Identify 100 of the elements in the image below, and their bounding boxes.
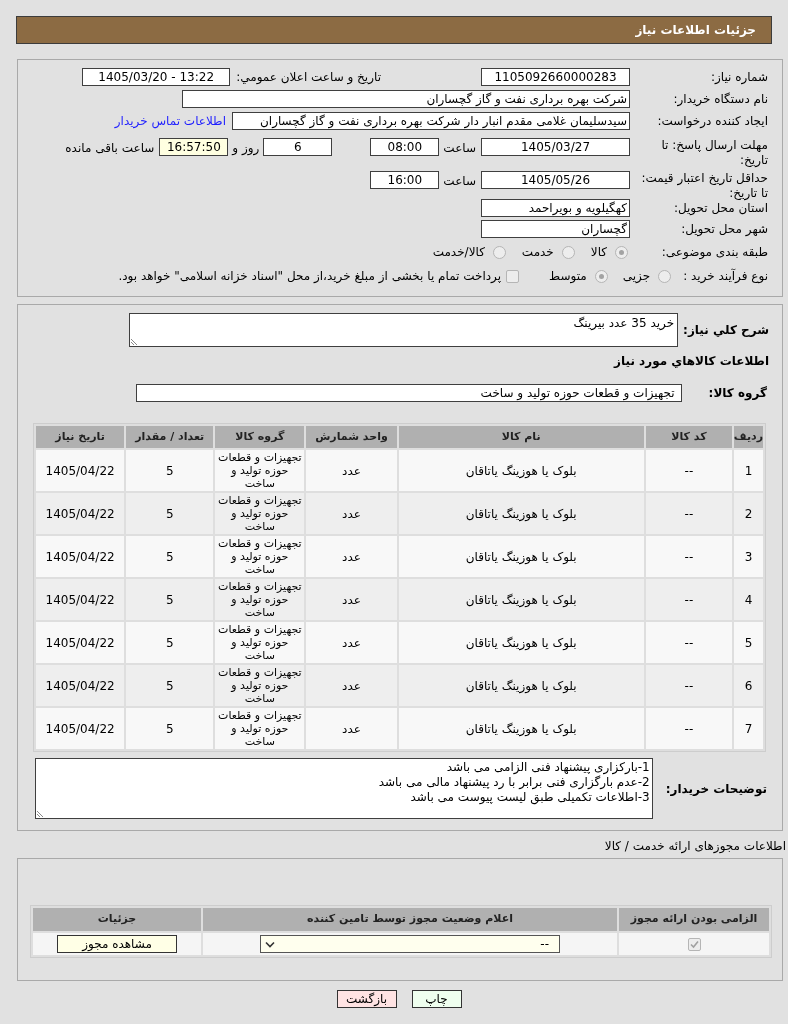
table-cell: تجهیزات و قطعات حوزه تولید و ساخت: [215, 622, 305, 663]
table-cell: عدد: [306, 579, 397, 620]
table-cell: 5: [126, 665, 214, 706]
field-label: طبقه بندی موضوعی:: [660, 244, 768, 260]
contact-link[interactable]: اطلاعات تماس خریدار: [114, 112, 226, 130]
table-cell: 1405/04/22: [36, 579, 125, 620]
chevron-down-icon: [265, 940, 275, 948]
back-button[interactable]: بازگشت: [336, 990, 397, 1008]
table-cell: 1405/04/22: [36, 450, 125, 491]
field-label: حداقل تاریخ اعتبار قیمت: تا تاریخ:: [640, 170, 768, 201]
table-cell: تجهیزات و قطعات حوزه تولید و ساخت: [215, 579, 305, 620]
table-cell: 5: [126, 708, 214, 749]
table-cell: 5: [126, 622, 214, 663]
city-field[interactable]: گچساران: [481, 220, 630, 238]
checkbox[interactable]: [687, 938, 701, 951]
radio-button[interactable]: [492, 245, 506, 259]
announcement-date-field[interactable]: 1405/03/20 - 13:22: [82, 68, 231, 86]
radio-label: کالا/خدمت: [432, 244, 485, 261]
table-cell: بلوک یا هوزینگ یاتاقان: [398, 450, 644, 491]
table-cell: عدد: [306, 536, 397, 577]
table-cell: بلوک یا هوزینگ یاتاقان: [398, 622, 644, 663]
checkbox[interactable]: [506, 269, 520, 283]
table-cell: بلوک یا هوزینگ یاتاقان: [398, 665, 644, 706]
resize-grip-icon[interactable]: [36, 810, 44, 817]
column-header: نام کالا: [398, 426, 644, 448]
radio-label: متوسط: [549, 268, 587, 285]
radio-button[interactable]: [561, 245, 575, 259]
table-cell: 5: [126, 536, 214, 577]
field-label: توضیحات خریدار:: [665, 780, 767, 798]
radio-label: جزیی: [622, 268, 651, 285]
field-label: شرح کلي نياز:: [683, 322, 769, 339]
section-title: اطلاعات مجوزهای ارائه خدمت / کالا: [604, 838, 786, 855]
table-cell: تجهیزات و قطعات حوزه تولید و ساخت: [215, 536, 305, 577]
section-title: اطلاعات کالاهاي مورد نياز: [614, 353, 769, 370]
table-cell: 5: [126, 579, 214, 620]
need-number-field[interactable]: 1105092660000283: [481, 68, 630, 86]
table-cell: 5: [733, 622, 763, 663]
field-label: نام دستگاه خریدار:: [672, 91, 768, 107]
table-cell: 3: [733, 536, 763, 577]
table-cell: تجهیزات و قطعات حوزه تولید و ساخت: [215, 665, 305, 706]
field-label: شماره نیاز:: [710, 69, 768, 85]
field-label: شهر محل تحویل:: [680, 221, 768, 237]
table-cell: 6: [733, 665, 763, 706]
field-label: مهلت ارسال پاسخ: تا تاریخ:: [660, 137, 768, 168]
treasury-note: پرداخت تمام یا بخشی از مبلغ خرید،از محل "اسناد خزانه اسلامی" خواهد بود.: [118, 268, 502, 285]
table-cell: --: [645, 665, 732, 706]
table-cell: --: [645, 622, 732, 663]
table-cell: بلوک یا هوزینگ یاتاقان: [398, 493, 644, 534]
countdown-field[interactable]: 16:57:50: [159, 138, 229, 156]
field-label: ایجاد کننده درخواست:: [656, 113, 768, 129]
days-field[interactable]: 6: [263, 138, 333, 156]
table-cell: عدد: [306, 493, 397, 534]
table-cell: تجهیزات و قطعات حوزه تولید و ساخت: [215, 450, 305, 491]
table-cell: 4: [733, 579, 763, 620]
field-label: روز و: [232, 140, 260, 157]
status-select[interactable]: --: [260, 935, 560, 953]
table-cell: بلوک یا هوزینگ یاتاقان: [398, 579, 644, 620]
resize-grip-icon[interactable]: [131, 338, 139, 345]
table-cell: 7: [733, 708, 763, 749]
product-group-field[interactable]: تجهیزات و قطعات حوزه تولید و ساخت: [135, 384, 682, 402]
table-cell: 5: [126, 493, 214, 534]
radio-button[interactable]: [594, 269, 608, 283]
field-label: استان محل تحویل:: [672, 200, 768, 216]
time-field[interactable]: 08:00: [370, 138, 440, 156]
column-header: اعلام وضعیت مجوز توسط تامین کننده: [203, 908, 617, 931]
view-license-button[interactable]: مشاهده مجوز: [57, 935, 177, 953]
field-label: ساعت: [443, 140, 476, 157]
description-field[interactable]: خرید 35 عدد بیرینگ: [129, 313, 679, 347]
table-cell: عدد: [306, 450, 397, 491]
time-field[interactable]: 16:00: [370, 171, 440, 189]
table-cell: بلوک یا هوزینگ یاتاقان: [398, 708, 644, 749]
table-cell: --: [645, 536, 732, 577]
column-header: گروه کالا: [215, 426, 305, 448]
radio-label: کالا: [590, 244, 607, 261]
date-field[interactable]: 1405/05/26: [481, 171, 630, 189]
buyer-notes-field[interactable]: 1-بارکزاری پیشنهاد فنی الزامی می باشد 2-عدم بارگزاری فنی برابر با رد پیشنهاد مالی می باشد 3-اطلاعات تکمیلی طبق لیست پیوست می باشد: [34, 758, 653, 819]
province-field[interactable]: کهگیلویه و بویراحمد: [481, 199, 630, 217]
table-cell: 2: [733, 493, 763, 534]
table-cell: 1405/04/22: [36, 622, 125, 663]
print-button[interactable]: چاپ: [411, 990, 462, 1008]
field-label: نوع فرآیند خرید :: [683, 268, 768, 284]
requester-field[interactable]: سیدسلیمان غلامی مقدم انبار دار شرکت بهره برداری نفت و گاز گچساران: [232, 112, 630, 130]
date-field[interactable]: 1405/03/27: [481, 138, 630, 156]
table-cell: --: [645, 708, 732, 749]
table-cell: --: [645, 450, 732, 491]
table-cell: 5: [126, 450, 214, 491]
buyer-org-field[interactable]: شرکت بهره برداری نفت و گاز گچساران: [182, 90, 630, 108]
table-cell: 1405/04/22: [36, 493, 125, 534]
table-cell: تجهیزات و قطعات حوزه تولید و ساخت: [215, 708, 305, 749]
radio-label: خدمت: [521, 244, 554, 261]
field-label: ساعت باقی مانده: [65, 140, 155, 157]
radio-button[interactable]: [615, 245, 628, 259]
column-header: جزئیات: [33, 908, 201, 931]
column-header: الزامی بودن ارائه مجوز: [619, 908, 769, 931]
table-cell: --: [645, 579, 732, 620]
table-cell: 1405/04/22: [36, 536, 125, 577]
table-cell: عدد: [306, 708, 397, 749]
radio-button[interactable]: [658, 269, 672, 283]
field-label: تاریخ و ساعت اعلان عمومي:: [236, 69, 381, 86]
table-cell: --: [645, 493, 732, 534]
